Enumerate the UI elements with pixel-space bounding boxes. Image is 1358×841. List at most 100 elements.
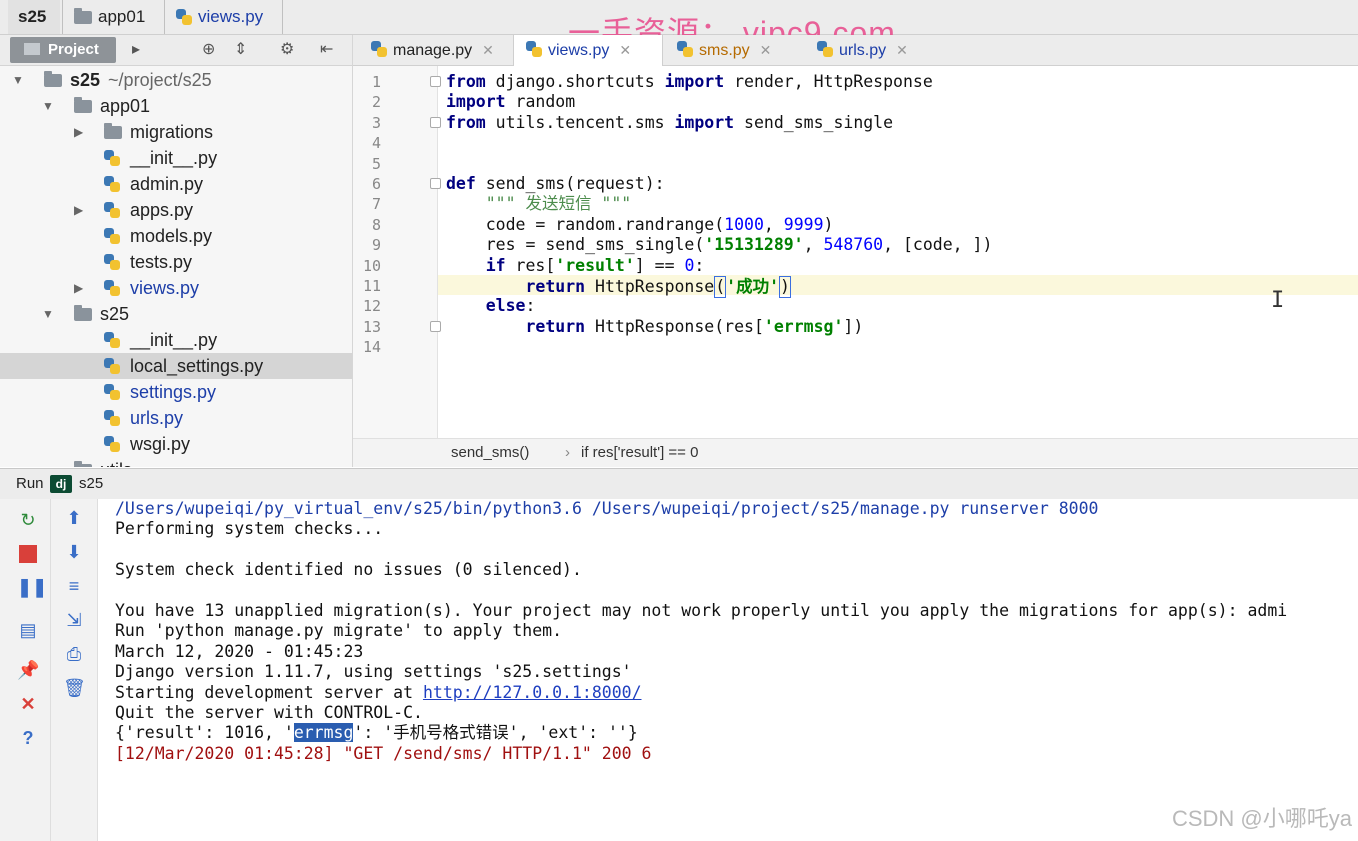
- arrow-down-icon[interactable]: ⬇: [63, 541, 85, 563]
- arrow-up-icon[interactable]: ⬆: [63, 507, 85, 529]
- collapse-all-icon[interactable]: ⇕: [234, 41, 247, 59]
- help-icon[interactable]: ?: [17, 727, 39, 749]
- tree-item-s25-root[interactable]: ▼ s25 ~/project/s25: [0, 67, 352, 93]
- scroll-to-end-icon[interactable]: ⇲: [63, 609, 85, 631]
- expand-arrow-icon[interactable]: ▼: [12, 67, 24, 93]
- collapsed-arrow-icon[interactable]: ▶: [74, 119, 83, 145]
- pause-icon[interactable]: ❚❚: [17, 576, 47, 598]
- console-line: Run 'python manage.py migrate' to apply …: [115, 621, 563, 640]
- tree-item-migrations[interactable]: ▶ migrations: [0, 119, 352, 145]
- collapsed-arrow-icon[interactable]: ▶: [74, 275, 83, 301]
- line-number: 1: [371, 73, 381, 91]
- close-icon[interactable]: ✕: [619, 42, 631, 58]
- fold-marker-icon[interactable]: [430, 321, 441, 332]
- watermark-bottom: CSDN @小哪吒ya: [1171, 806, 1352, 831]
- code-editor[interactable]: 1 2 3 4 5 6 7 8 9 10 11 12 13 14 from dj…: [353, 66, 1358, 438]
- close-icon[interactable]: ✕: [17, 693, 39, 715]
- trash-icon[interactable]: 🗑: [63, 677, 86, 699]
- print-icon[interactable]: ⎙: [63, 643, 85, 665]
- python-file-icon: [104, 332, 120, 348]
- tree-item-tests-py[interactable]: tests.py: [0, 249, 352, 275]
- tree-item-admin-py[interactable]: admin.py: [0, 171, 352, 197]
- fold-marker-icon[interactable]: [430, 76, 441, 87]
- rerun-icon[interactable]: ↻: [17, 509, 39, 531]
- python-file-icon: [104, 410, 120, 426]
- editor-gutter: 1 2 3 4 5 6 7 8 9 10 11 12 13 14: [353, 66, 441, 438]
- run-config-label[interactable]: s25: [79, 469, 103, 499]
- soft-wrap-icon[interactable]: ≡: [63, 575, 85, 597]
- tree-item-init-py[interactable]: __init__.py: [0, 145, 352, 171]
- run-console[interactable]: /Users/wupeiqi/py_virtual_env/s25/bin/py…: [98, 499, 1358, 841]
- folder-icon: [74, 461, 92, 467]
- text-cursor-icon: I: [1271, 288, 1285, 313]
- tree-item-wsgi-py[interactable]: wsgi.py: [0, 431, 352, 457]
- tab-label: sms.py: [699, 42, 750, 59]
- tree-item-models-py[interactable]: models.py: [0, 223, 352, 249]
- tree-item-app01[interactable]: ▼ app01: [0, 93, 352, 119]
- code-line-7: """ 发送短信 """: [446, 194, 632, 213]
- tree-item-label: __init__.py: [130, 148, 218, 168]
- tab-manage-py[interactable]: manage.py ✕: [359, 35, 509, 65]
- line-number: 12: [362, 297, 381, 315]
- code-line-2: import random: [446, 92, 576, 111]
- editor-tab-bar: manage.py ✕ views.py ✕ sms.py ✕ urls.py ✕: [353, 35, 1358, 66]
- tree-item-label: urls.py: [130, 408, 184, 428]
- tree-item-views-py[interactable]: ▶ views.py: [0, 275, 352, 301]
- collapsed-arrow-icon[interactable]: ▶: [74, 197, 83, 223]
- tree-item-label: admin.py: [130, 174, 204, 194]
- tree-item-local-settings-py[interactable]: local_settings.py: [0, 353, 352, 379]
- tree-item-urls-py[interactable]: urls.py: [0, 405, 352, 431]
- crumb-function[interactable]: send_sms(): [451, 439, 529, 467]
- breadcrumb-divider: [282, 0, 283, 34]
- editor-breadcrumb: send_sms() › if res['result'] == 0: [353, 438, 1358, 467]
- tree-item-init-py[interactable]: __init__.py: [0, 327, 352, 353]
- layout-icon[interactable]: ▤: [17, 619, 39, 641]
- line-number: 2: [371, 93, 381, 111]
- tab-sms-py[interactable]: sms.py ✕: [665, 35, 803, 65]
- close-icon[interactable]: ✕: [760, 42, 772, 58]
- tree-item-label: local_settings.py: [130, 356, 264, 376]
- project-icon: [24, 43, 40, 55]
- tab-views-py[interactable]: views.py ✕: [513, 35, 663, 66]
- locate-target-icon[interactable]: ⊕: [202, 41, 215, 59]
- tree-item-label: models.py: [130, 226, 213, 246]
- tree-item-label: __init__.py: [130, 330, 218, 350]
- crumb-condition[interactable]: if res['result'] == 0: [581, 439, 698, 467]
- hide-panel-icon[interactable]: ⇤: [320, 41, 333, 59]
- breadcrumb-item-views[interactable]: views.py: [176, 0, 263, 34]
- breadcrumb-item-project[interactable]: s25: [8, 0, 60, 34]
- breadcrumb-project-label: s25: [18, 7, 47, 26]
- code-line-6: def send_sms(request):: [446, 174, 665, 193]
- python-file-icon: [104, 150, 120, 166]
- fold-marker-icon[interactable]: [430, 178, 441, 189]
- tree-item-apps-py[interactable]: ▶ apps.py: [0, 197, 352, 223]
- close-icon[interactable]: ✕: [896, 42, 908, 58]
- tree-item-utils[interactable]: ▼ utils: [0, 457, 352, 467]
- project-toolbar: Project ▸ ⊕ ⇕ ⚙ ⇤: [0, 35, 352, 66]
- breadcrumb-item-app01[interactable]: app01: [74, 0, 145, 34]
- stop-icon[interactable]: [17, 542, 39, 564]
- tree-item-s25-package[interactable]: ▼ s25: [0, 301, 352, 327]
- run-label: Run: [16, 475, 44, 492]
- expand-arrow-icon[interactable]: ▼: [42, 93, 54, 119]
- python-file-icon: [817, 41, 833, 57]
- python-file-icon: [104, 202, 120, 218]
- code-line-11: return HttpResponse('成功'): [525, 276, 791, 298]
- tree-item-label: utils: [100, 457, 132, 467]
- gear-icon[interactable]: ⚙: [280, 41, 294, 59]
- tree-item-label: s25 ~/project/s25: [70, 70, 212, 90]
- project-tab[interactable]: Project: [10, 37, 116, 63]
- breadcrumb-app01-label: app01: [98, 7, 146, 26]
- line-number: 4: [371, 134, 381, 152]
- expand-arrow-icon[interactable]: ▼: [42, 301, 54, 327]
- tab-label: views.py: [548, 42, 610, 59]
- pin-icon[interactable]: 📌: [17, 659, 39, 681]
- server-url-link[interactable]: http://127.0.0.1:8000/: [423, 683, 642, 702]
- dropdown-arrow-icon[interactable]: ▸: [132, 41, 140, 59]
- close-icon[interactable]: ✕: [482, 42, 494, 58]
- fold-marker-icon[interactable]: [430, 117, 441, 128]
- tab-urls-py[interactable]: urls.py ✕: [805, 35, 931, 65]
- tree-item-settings-py[interactable]: settings.py: [0, 379, 352, 405]
- tree-item-label: migrations: [130, 122, 214, 142]
- expand-arrow-icon[interactable]: ▼: [42, 457, 54, 467]
